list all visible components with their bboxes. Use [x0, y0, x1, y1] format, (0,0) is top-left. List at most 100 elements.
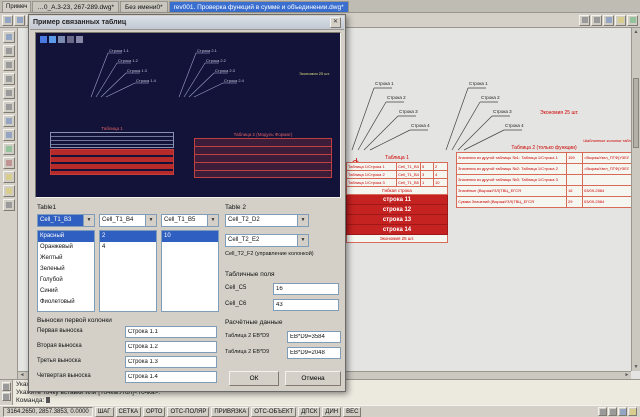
table-cell: 03/09-2584	[584, 188, 605, 193]
status-toggle-ucs[interactable]: ДПСК	[298, 406, 321, 417]
scroll-down-icon[interactable]: ▼	[632, 363, 640, 371]
grid-icon[interactable]	[579, 14, 590, 26]
scroll-up-icon[interactable]: ▲	[632, 28, 640, 36]
status-toggle-ortho[interactable]: ОРТО	[143, 406, 166, 417]
combo-cell-t1-b3[interactable]: Cell_T1_B3 ▼	[37, 214, 95, 227]
list-cell-t1-b3[interactable]: Красный Оранжевый Желтый Зеленый Голубой…	[37, 230, 95, 312]
lock-icon[interactable]	[608, 407, 617, 416]
list-item[interactable]: Оранжевый	[38, 242, 94, 253]
command-history-icon[interactable]	[1, 382, 11, 391]
status-toggle-polar[interactable]: ОТС-ПОЛЯР	[167, 406, 210, 417]
rectangle-icon[interactable]	[2, 115, 15, 127]
command-input[interactable]: Команда:	[16, 397, 638, 405]
combo-cell-t1-b4[interactable]: Cell_T1_B4 ▼	[99, 214, 157, 227]
close-icon[interactable]: ✕	[330, 17, 341, 28]
field-1-input[interactable]	[273, 283, 339, 295]
status-toggle-grid[interactable]: СЕТКА	[115, 406, 141, 417]
field-2-label: Cell_C6	[225, 301, 247, 307]
callout-2-input[interactable]	[125, 341, 217, 353]
drawing-table-2[interactable]: Шаблонные колонки табл. Таблица 2 (тольк…	[456, 138, 632, 208]
callout-1-label: Первая выноска	[37, 328, 83, 334]
field-2-input[interactable]	[273, 299, 339, 311]
calc-1-input[interactable]	[287, 331, 341, 343]
clean-screen-icon[interactable]	[628, 407, 637, 416]
combo-cell-t1-b5[interactable]: Cell_T1_B5 ▼	[161, 214, 219, 227]
preview-pane[interactable]: Строка 1.1 Строка 1.2 Строка 1.3 Строка …	[35, 32, 341, 198]
arc-icon[interactable]	[2, 101, 15, 113]
ok-button[interactable]: ОК	[229, 371, 279, 386]
callout-4-input[interactable]	[125, 371, 217, 383]
cancel-button[interactable]: Отмена	[285, 371, 341, 386]
line-icon[interactable]	[2, 59, 15, 71]
combo-cell-t2-d2[interactable]: Cell_T2_D2 ▼	[225, 214, 309, 227]
chevron-down-icon[interactable]: ▼	[297, 215, 308, 226]
text-icon[interactable]	[2, 143, 15, 155]
list-cell-t1-b5[interactable]: 10	[161, 230, 219, 312]
spline-icon[interactable]	[2, 129, 15, 141]
list-item[interactable]: 4	[100, 242, 156, 253]
status-toggle-osnap[interactable]: ПРИВЯЗКА	[211, 406, 250, 417]
hatch-icon[interactable]	[2, 199, 15, 211]
list-item[interactable]: Желтый	[38, 253, 94, 264]
dialog-titlebar[interactable]: Пример связанных таблиц ✕	[30, 16, 344, 30]
scroll-left-icon[interactable]: ◄	[18, 372, 26, 379]
list-cell-t1-b4[interactable]: 2 4	[99, 230, 157, 312]
notifications-icon[interactable]	[598, 407, 607, 416]
list-item[interactable]: Голубой	[38, 275, 94, 286]
table-cell: Cell_T1_B3	[397, 163, 421, 170]
erase-icon[interactable]	[2, 45, 15, 57]
settings-gear-icon[interactable]	[615, 14, 626, 26]
chevron-down-icon[interactable]: ▼	[297, 235, 308, 246]
open-icon[interactable]	[14, 14, 25, 26]
ortho-icon[interactable]	[591, 14, 602, 26]
table-tool-icon[interactable]	[2, 157, 15, 169]
search-icon[interactable]	[603, 14, 614, 26]
status-toggle-lineweight[interactable]: ВЕС	[343, 406, 362, 417]
callout-1-input[interactable]	[125, 326, 217, 338]
chevron-down-icon[interactable]: ▼	[83, 215, 94, 226]
callout-label: Строка 4	[505, 123, 524, 128]
list-item[interactable]: 2	[100, 231, 156, 242]
callout-group-a[interactable]: Строка 1 Строка 2 Строка 3 Строка 4	[348, 80, 444, 152]
list-item[interactable]: Зеленый	[38, 264, 94, 275]
doc-tab-active[interactable]: rev001. Проверка функций в сумме и объед…	[168, 1, 349, 12]
doc-tab-1[interactable]: …0_А.3-23, 267-289.dwg*	[32, 1, 119, 12]
vertical-scrollbar[interactable]: ▲ ▼	[631, 28, 640, 371]
dimension-icon[interactable]	[2, 171, 15, 183]
table-row: Значения из другой таблицы №2: Таблица 1…	[456, 164, 632, 175]
chevron-down-icon[interactable]: ▼	[207, 215, 218, 226]
polyline-icon[interactable]	[2, 73, 15, 85]
notes-panel-tab[interactable]: Примеч	[2, 1, 32, 12]
scrollbar-thumb[interactable]	[633, 78, 639, 148]
new-file-icon[interactable]	[2, 14, 13, 26]
callout-label: Строка 1	[469, 81, 488, 86]
select-cursor-icon[interactable]	[2, 31, 15, 43]
list-item[interactable]: 10	[162, 231, 218, 242]
doc-tab-2[interactable]: Без имени0*	[120, 1, 168, 12]
table-cell: 159	[567, 153, 583, 163]
scroll-right-icon[interactable]: ►	[623, 372, 631, 379]
list-item[interactable]: Синий	[38, 286, 94, 297]
status-toggle-otrack[interactable]: ОТС-ОБЪЕКТ	[251, 406, 297, 417]
linked-tables-dialog: Пример связанных таблиц ✕ Строка 1.1 Стр…	[28, 14, 346, 392]
fullscreen-icon[interactable]	[618, 407, 627, 416]
table-cell: =ВыражУзел_ПТФ(УЗЕЛ_059)	[584, 166, 629, 171]
calc-2-input[interactable]	[287, 347, 341, 359]
chevron-down-icon[interactable]: ▼	[145, 215, 156, 226]
command-options-icon[interactable]	[1, 392, 11, 401]
callout-3-input[interactable]	[125, 356, 217, 368]
status-toggle-dyn[interactable]: ДИН	[322, 406, 342, 417]
help-icon[interactable]	[627, 14, 638, 26]
combo-cell-t2-e2[interactable]: Cell_T2_E2 ▼	[225, 234, 309, 247]
list-item[interactable]: Красный	[38, 231, 94, 242]
leader-lines	[178, 52, 237, 98]
highlighted-row: строка 13	[346, 215, 448, 225]
economy-note[interactable]: Экономия 25 шт.	[540, 110, 579, 116]
circle-icon[interactable]	[2, 87, 15, 99]
drawing-table-1[interactable]: Таблица 1 Таблица 1/Строка 1 Cell_T1_B3 …	[346, 154, 448, 243]
block-icon[interactable]	[2, 185, 15, 197]
status-toggle-snap[interactable]: ШАГ	[94, 406, 114, 417]
callout-label: Строка 3	[493, 109, 512, 114]
list-item[interactable]: Фиолетовый	[38, 297, 94, 308]
preview-table-2: Таблица 2 (Модуль Формат)	[194, 131, 332, 178]
